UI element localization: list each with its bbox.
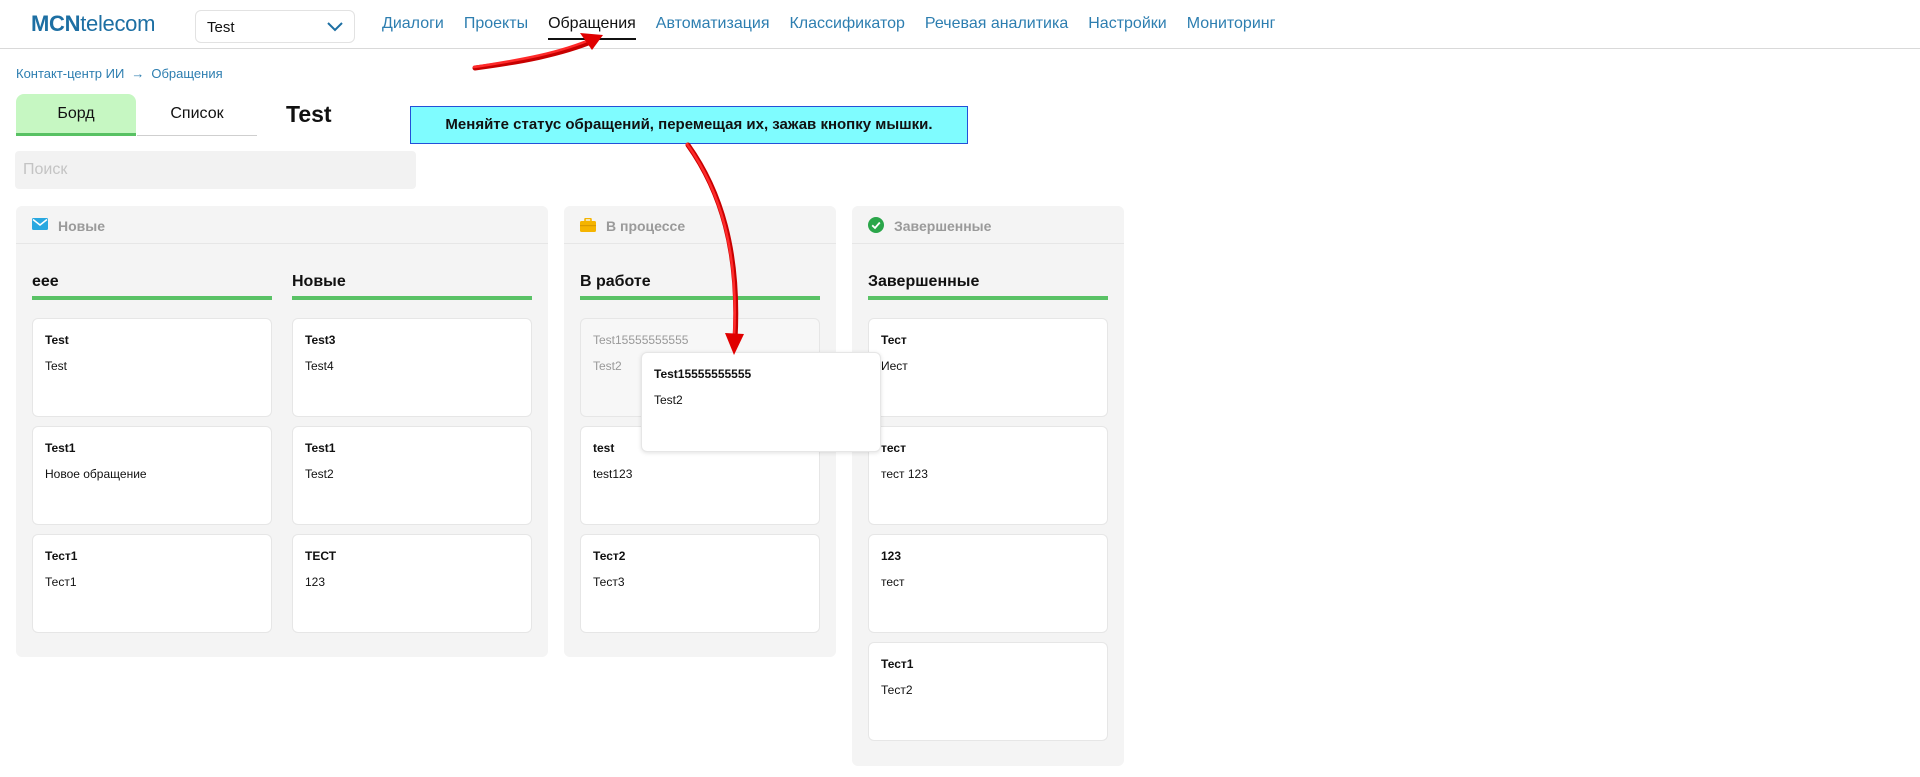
request-card[interactable]: Тест2 Тест3: [580, 534, 820, 633]
chevron-down-icon: [327, 22, 343, 32]
card-title: 123: [881, 549, 902, 563]
column-header: Завершенные: [852, 206, 1124, 244]
nav-item-dialogs[interactable]: Диалоги: [382, 15, 444, 40]
breadcrumb: Контакт-центр ИИ → Обращения: [16, 66, 223, 81]
request-card[interactable]: тест тест 123: [868, 426, 1108, 525]
column-title: В процессе: [606, 218, 686, 234]
search-input[interactable]: [15, 151, 416, 189]
envelope-icon: [32, 218, 48, 230]
arrow-right-icon: →: [131, 66, 145, 81]
card-title: тест: [881, 441, 906, 455]
card-title: Test15555555555: [593, 333, 689, 347]
column-title: Завершенные: [894, 218, 992, 234]
breadcrumb-root[interactable]: Контакт-центр ИИ: [16, 66, 124, 81]
card-title: Тест1: [881, 657, 914, 671]
lane-title: Завершенные: [868, 273, 1108, 300]
card-title: Test3: [305, 333, 336, 347]
card-body: Test2: [654, 393, 683, 407]
card-title: ТЕСТ: [305, 549, 337, 563]
card-body: Test4: [305, 359, 334, 373]
nav-item-automation[interactable]: Автоматизация: [656, 15, 770, 40]
card-title: Test15555555555: [654, 367, 752, 381]
card-body: test123: [593, 467, 633, 481]
card-body: Тест1: [45, 575, 77, 589]
request-card[interactable]: Test1 Новое обращение: [32, 426, 272, 525]
nav-item-classifier[interactable]: Классификатор: [789, 15, 904, 40]
column-header: Новые: [16, 206, 548, 244]
logo-rest: telecom: [80, 11, 156, 36]
card-title: Test1: [45, 441, 76, 455]
tab-list[interactable]: Список: [137, 94, 257, 136]
column-new: Новые eee Новые Test Test Test1 Новое об…: [16, 206, 548, 657]
nav-item-requests[interactable]: Обращения: [548, 15, 636, 40]
hint-banner: Меняйте статус обращений, перемещая их, …: [410, 106, 968, 144]
project-select[interactable]: Test: [195, 10, 355, 43]
card-body: Test2: [305, 467, 334, 481]
card-title: Test1: [305, 441, 336, 455]
card-body: Тест3: [593, 575, 625, 589]
request-card[interactable]: 123 тест: [868, 534, 1108, 633]
card-body: Test: [45, 359, 68, 373]
top-bar: MCNtelecom Test Диалоги Проекты Обращени…: [0, 0, 1920, 49]
request-card[interactable]: Test Test: [32, 318, 272, 417]
card-body: тест: [881, 575, 905, 589]
tab-board[interactable]: Борд: [16, 94, 136, 136]
nav-item-settings[interactable]: Настройки: [1088, 15, 1166, 40]
nav-item-speech-analytics[interactable]: Речевая аналитика: [925, 15, 1068, 40]
request-card[interactable]: Тест1 Тест2: [868, 642, 1108, 741]
card-title: Тест2: [593, 549, 626, 563]
card-title: test: [593, 441, 615, 455]
request-card[interactable]: ТЕСТ 123: [292, 534, 532, 633]
request-card[interactable]: Test3 Test4: [292, 318, 532, 417]
column-header: В процессе: [564, 206, 836, 244]
logo-strong: MCN: [31, 11, 81, 36]
card-body: Новое обращение: [45, 467, 147, 481]
project-select-value: Test: [207, 19, 235, 36]
lane-title: Новые: [292, 273, 532, 300]
nav-item-monitoring[interactable]: Мониторинг: [1187, 15, 1276, 40]
request-card[interactable]: Test1 Test2: [292, 426, 532, 525]
dragged-card[interactable]: Test15555555555 Test2: [641, 352, 881, 452]
lane-title: В работе: [580, 273, 820, 300]
card-body: Тест2: [881, 683, 913, 697]
check-circle-icon: [868, 217, 884, 233]
column-title: Новые: [58, 218, 106, 234]
card-body: Test2: [593, 359, 622, 373]
nav-item-projects[interactable]: Проекты: [464, 15, 528, 40]
card-body: Иест: [881, 359, 908, 373]
logo[interactable]: MCNtelecom: [31, 11, 155, 37]
card-title: Test: [45, 333, 69, 347]
column-done: Завершенные Завершенные Тест Иест тест т…: [852, 206, 1124, 766]
card-body: тест 123: [881, 467, 928, 481]
request-card[interactable]: Тест1 Тест1: [32, 534, 272, 633]
lane-title: eee: [32, 273, 272, 300]
breadcrumb-current[interactable]: Обращения: [151, 66, 222, 81]
request-card[interactable]: Тест Иест: [868, 318, 1108, 417]
briefcase-icon: [580, 218, 596, 232]
card-body: 123: [305, 575, 326, 589]
card-title: Тест1: [45, 549, 78, 563]
card-title: Тест: [881, 333, 907, 347]
view-switcher: Борд Список: [16, 94, 257, 138]
page-title: Test: [286, 101, 332, 127]
main-nav: Диалоги Проекты Обращения Автоматизация …: [382, 15, 1295, 40]
